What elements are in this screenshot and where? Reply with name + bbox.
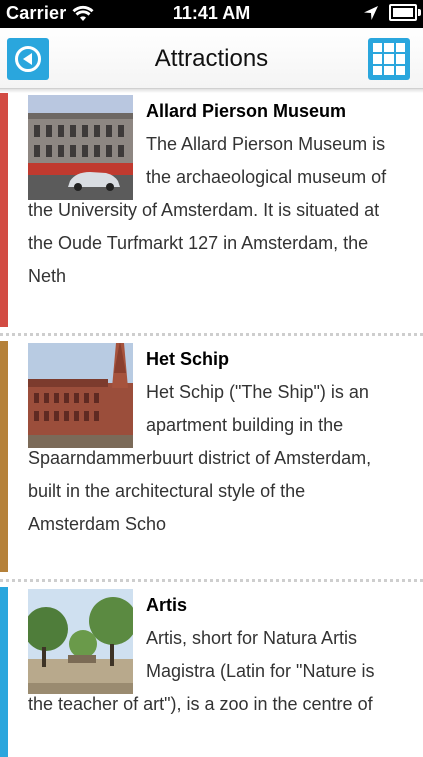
status-right: [363, 4, 421, 21]
accent-bar: [0, 93, 8, 327]
page-title: Attractions: [154, 45, 269, 72]
location-arrow-icon: [364, 5, 378, 20]
item-text: Het Schip Het Schip ("The Ship") is an a…: [28, 343, 401, 541]
list-item-allard-pierson[interactable]: Allard Pierson Museum The Allard Pierson…: [0, 93, 423, 333]
status-bar: Carrier 11:41 AM: [0, 0, 423, 28]
item-title: Het Schip: [146, 349, 230, 369]
grid-menu-button[interactable]: [368, 38, 410, 80]
grid-menu-icon: [373, 43, 383, 53]
item-text: Allard Pierson Museum The Allard Pierson…: [28, 95, 401, 293]
accent-bar: [0, 341, 8, 572]
list-divider: [0, 579, 423, 582]
item-title: Allard Pierson Museum: [146, 101, 347, 121]
list-item-het-schip[interactable]: Het Schip Het Schip ("The Ship") is an a…: [0, 341, 423, 575]
item-text: Artis Artis, short for Natura Artis Magi…: [28, 589, 401, 721]
status-time: 11:41 AM: [172, 3, 251, 23]
item-title: Artis: [146, 595, 188, 615]
accent-bar: [0, 587, 8, 757]
list-divider: [0, 333, 423, 336]
battery-icon: [389, 4, 421, 21]
list-item-artis[interactable]: Artis Artis, short for Natura Artis Magi…: [0, 587, 423, 757]
navigation-bar: Attractions: [0, 28, 423, 89]
